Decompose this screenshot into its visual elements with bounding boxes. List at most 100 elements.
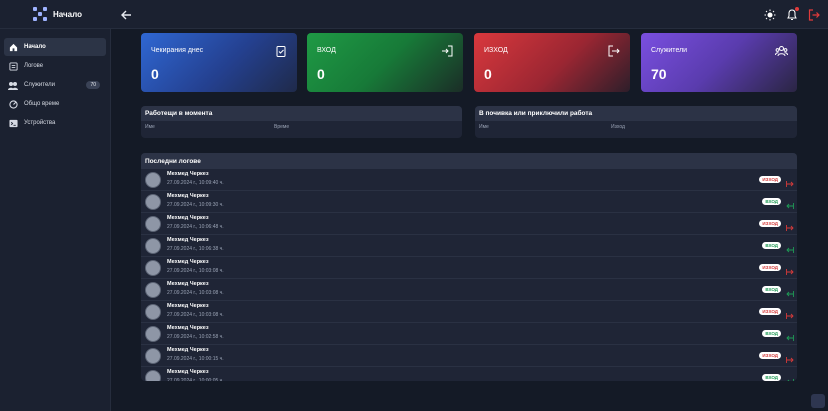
log-list: Мехмед Черкез 27.09.2024 г., 10:09:40 ч. И… bbox=[141, 169, 797, 381]
login-icon bbox=[441, 44, 453, 57]
brand-title: Начало bbox=[53, 9, 82, 19]
log-row[interactable]: Мехмед Черкез 27.09.2024 г., 10:02:58 ч. В… bbox=[141, 323, 797, 345]
chat-widget-button[interactable] bbox=[811, 394, 825, 408]
logo-icon bbox=[33, 7, 47, 21]
sidebar-item-label: Служители bbox=[24, 82, 55, 88]
log-employee-name: Мехмед Черкез bbox=[167, 259, 209, 265]
card-exit: ИЗХОД 0 bbox=[474, 33, 630, 92]
avatar bbox=[145, 215, 161, 232]
log-employee-name: Мехмед Черкез bbox=[167, 281, 209, 287]
table-header: Име Време bbox=[141, 121, 462, 133]
log-row[interactable]: Мехмед Черкез 27.09.2024 г., 10:03:08 ч. В… bbox=[141, 279, 797, 301]
log-row[interactable]: Мехмед Черкез 27.09.2024 г., 10:00:05 ч. В… bbox=[141, 367, 797, 381]
log-employee-name: Мехмед Черкез bbox=[167, 237, 209, 243]
log-type-badge: ИЗХОД bbox=[759, 264, 781, 271]
log-employee-name: Мехмед Черкез bbox=[167, 215, 209, 221]
avatar bbox=[145, 325, 161, 342]
notification-dot bbox=[795, 7, 799, 11]
panel-title: Последни логове bbox=[141, 153, 797, 169]
bell-icon[interactable] bbox=[786, 7, 799, 20]
log-type-badge: ИЗХОД bbox=[759, 352, 781, 359]
log-timestamp: 27.09.2024 г., 10:00:15 ч. bbox=[167, 356, 224, 362]
card-title: Служители bbox=[651, 47, 688, 54]
column-name: Име bbox=[479, 124, 489, 130]
log-type-badge: ИЗХОД bbox=[759, 308, 781, 315]
card-employees: Служители 70 bbox=[641, 33, 797, 92]
topbar bbox=[110, 0, 828, 29]
log-timestamp: 27.09.2024 г., 10:03:08 ч. bbox=[167, 268, 224, 274]
exit-arrow-icon bbox=[786, 263, 794, 275]
log-timestamp: 27.09.2024 г., 10:06:38 ч. bbox=[167, 246, 224, 252]
log-type-badge: ИЗХОД bbox=[759, 220, 781, 227]
card-entry: ВХОД 0 bbox=[307, 33, 463, 92]
avatar bbox=[145, 303, 161, 320]
avatar bbox=[145, 171, 161, 188]
theme-sun-icon[interactable] bbox=[764, 8, 776, 21]
dashboard-icon bbox=[8, 99, 18, 109]
log-employee-name: Мехмед Черкез bbox=[167, 303, 209, 309]
sidebar: Начало Начало Логове Служители 70 Общо в… bbox=[0, 0, 111, 411]
card-value: 0 bbox=[151, 66, 159, 82]
log-row[interactable]: Мехмед Черкез 27.09.2024 г., 10:06:48 ч. И… bbox=[141, 213, 797, 235]
avatar bbox=[145, 193, 161, 210]
exit-arrow-icon bbox=[786, 219, 794, 231]
log-type-badge: ВХОД bbox=[762, 330, 781, 337]
log-timestamp: 27.09.2024 г., 10:00:05 ч. bbox=[167, 378, 224, 381]
sidebar-item-home[interactable]: Начало bbox=[4, 38, 106, 56]
log-row[interactable]: Мехмед Черкез 27.09.2024 г., 10:09:30 ч. В… bbox=[141, 191, 797, 213]
home-icon bbox=[8, 42, 18, 52]
log-row[interactable]: Мехмед Черкез 27.09.2024 г., 10:06:38 ч. В… bbox=[141, 235, 797, 257]
group-icon bbox=[775, 44, 788, 57]
exit-arrow-icon bbox=[786, 175, 794, 187]
sidebar-item-total-time[interactable]: Общо време bbox=[4, 95, 106, 113]
log-row[interactable]: Мехмед Черкез 27.09.2024 г., 10:09:40 ч. И… bbox=[141, 169, 797, 191]
log-type-badge: ВХОД bbox=[762, 374, 781, 381]
employee-count-badge: 70 bbox=[86, 81, 100, 89]
sidebar-item-label: Общо време bbox=[24, 101, 60, 107]
users-icon bbox=[8, 80, 18, 90]
sidebar-nav: Начало Логове Служители 70 Общо време Ус… bbox=[0, 29, 110, 132]
back-arrow-icon[interactable] bbox=[120, 8, 132, 20]
table-header: Име Изход bbox=[475, 121, 797, 133]
sidebar-item-devices[interactable]: Устройства bbox=[4, 114, 106, 132]
exit-arrow-icon bbox=[786, 307, 794, 319]
log-employee-name: Мехмед Черкез bbox=[167, 193, 209, 199]
topbar-actions bbox=[764, 7, 820, 21]
sidebar-item-label: Начало bbox=[24, 44, 46, 50]
log-employee-name: Мехмед Черкез bbox=[167, 369, 209, 375]
log-timestamp: 27.09.2024 г., 10:09:40 ч. bbox=[167, 180, 224, 186]
avatar bbox=[145, 259, 161, 276]
log-row[interactable]: Мехмед Черкез 27.09.2024 г., 10:03:08 ч. И… bbox=[141, 257, 797, 279]
app: Начало Начало Логове Служители 70 Общо в… bbox=[0, 0, 828, 411]
log-row[interactable]: Мехмед Черкез 27.09.2024 г., 10:00:15 ч. И… bbox=[141, 345, 797, 367]
logout-icon[interactable] bbox=[808, 8, 820, 21]
sidebar-item-employees[interactable]: Служители 70 bbox=[4, 76, 106, 94]
entry-arrow-icon bbox=[786, 285, 794, 297]
entry-arrow-icon bbox=[786, 197, 794, 209]
card-value: 0 bbox=[484, 66, 492, 82]
card-title: ВХОД bbox=[317, 47, 336, 54]
brand[interactable]: Начало bbox=[0, 0, 110, 29]
panel-title: Работещи в момента bbox=[141, 106, 462, 121]
sidebar-item-logs[interactable]: Логове bbox=[4, 57, 106, 75]
avatar bbox=[145, 281, 161, 298]
clipboard-check-icon bbox=[275, 44, 287, 57]
entry-arrow-icon bbox=[786, 373, 794, 381]
log-employee-name: Мехмед Черкез bbox=[167, 171, 209, 177]
log-timestamp: 27.09.2024 г., 10:03:08 ч. bbox=[167, 312, 224, 318]
exit-arrow-icon bbox=[786, 351, 794, 363]
log-timestamp: 27.09.2024 г., 10:09:30 ч. bbox=[167, 202, 224, 208]
working-now-panel: Работещи в момента Име Време bbox=[141, 106, 462, 138]
sidebar-item-label: Логове bbox=[24, 63, 44, 69]
card-value: 0 bbox=[317, 66, 325, 82]
avatar bbox=[145, 237, 161, 254]
panel-title: В почивка или приключили работа bbox=[475, 106, 797, 121]
column-name: Име bbox=[145, 124, 155, 130]
logs-icon bbox=[8, 61, 18, 71]
log-type-badge: ВХОД bbox=[762, 286, 781, 293]
log-row[interactable]: Мехмед Черкез 27.09.2024 г., 10:03:08 ч. И… bbox=[141, 301, 797, 323]
log-employee-name: Мехмед Черкез bbox=[167, 347, 209, 353]
recent-logs-panel: Последни логове Мехмед Черкез 27.09.2024 … bbox=[141, 153, 797, 381]
log-type-badge: ВХОД bbox=[762, 198, 781, 205]
log-timestamp: 27.09.2024 г., 10:03:08 ч. bbox=[167, 290, 224, 296]
